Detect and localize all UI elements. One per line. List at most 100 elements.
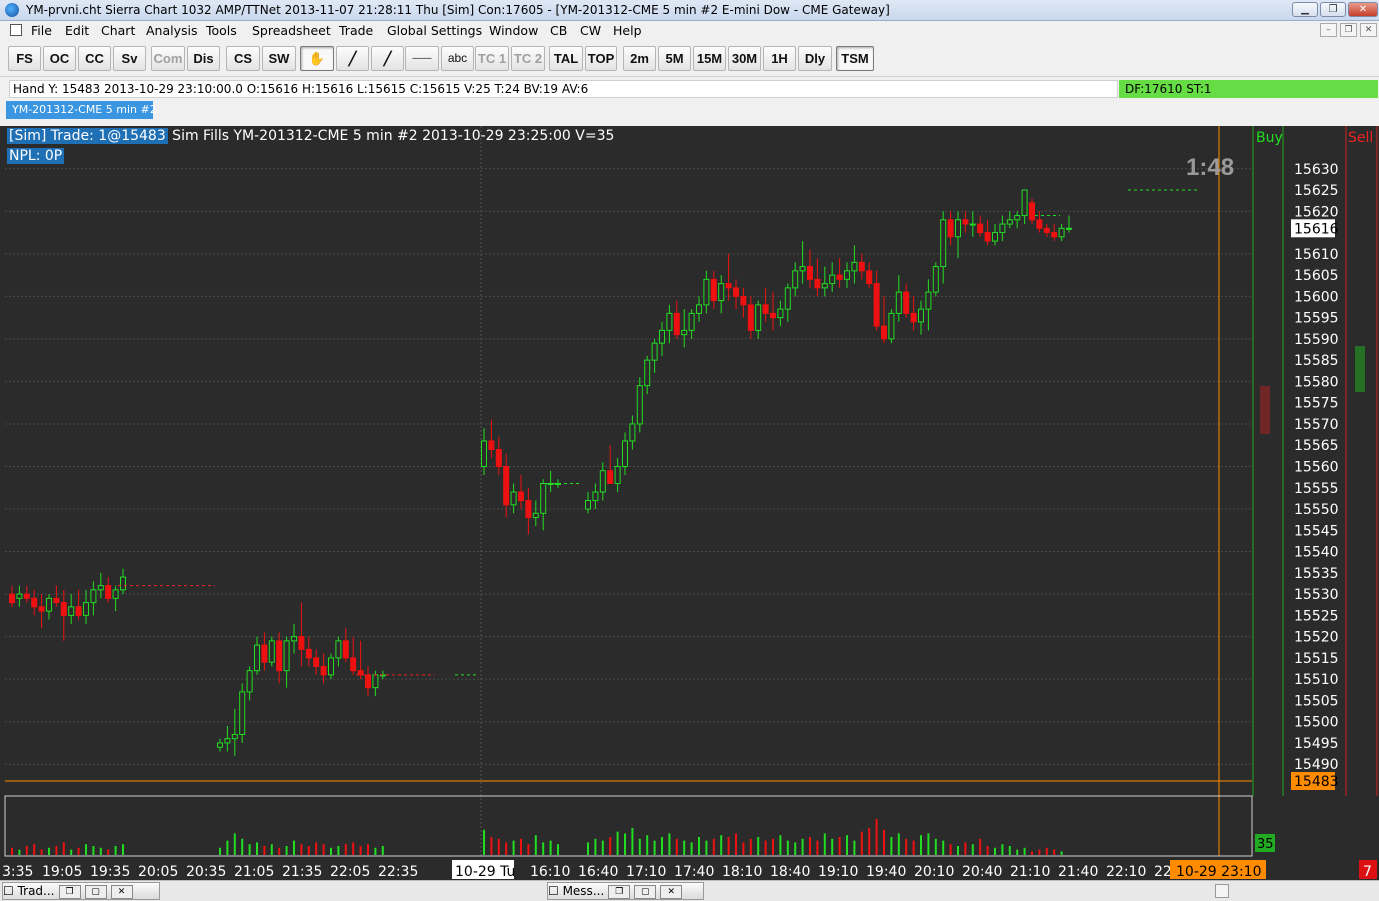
- chart-area[interactable]: Buy Sell 15630 15625 15620 15610 15605 15600 155…: [0, 126, 1379, 880]
- candle-up: [918, 308, 924, 323]
- menu-help[interactable]: Help: [613, 23, 642, 38]
- status-bar: ☐ Trad... ❐ ▢ ✕ ☐ Mess... ❐ ▢ ✕: [0, 880, 1379, 901]
- close-button[interactable]: ✕: [1348, 2, 1378, 17]
- tc1-button[interactable]: TC 1: [475, 46, 509, 71]
- menu-cw[interactable]: CW: [580, 23, 601, 38]
- candle-up: [659, 329, 665, 344]
- time-tick-label: 21:05: [234, 864, 274, 880]
- price-tick-label: 15580: [1294, 374, 1339, 390]
- mdi-restore-button[interactable]: ❐: [1340, 23, 1357, 37]
- candle-up: [799, 266, 806, 272]
- menu-window[interactable]: Window: [489, 23, 538, 38]
- dly-button[interactable]: Dly: [798, 46, 832, 71]
- 1h-button[interactable]: 1H: [763, 46, 796, 71]
- candle-up: [1006, 219, 1013, 225]
- horizontal-scrollbar-thumb[interactable]: [1215, 884, 1229, 898]
- sw-button[interactable]: SW: [262, 46, 296, 71]
- candle-down: [836, 274, 843, 280]
- candle-up: [16, 593, 23, 599]
- tsm-button[interactable]: TSM: [836, 46, 874, 71]
- time-tick-label: 17:40: [674, 864, 714, 880]
- menu-global-settings[interactable]: Global Settings: [387, 23, 482, 38]
- menu-trade[interactable]: Trade: [339, 23, 373, 38]
- candle-down: [38, 606, 45, 612]
- candle-up: [1014, 215, 1021, 221]
- menu-file[interactable]: File: [31, 23, 52, 38]
- tal-button[interactable]: TAL: [549, 46, 583, 71]
- price-tick-label: 15505: [1294, 693, 1339, 709]
- menu-cb[interactable]: CB: [550, 23, 567, 38]
- task-maximize-icon[interactable]: ▢: [84, 884, 107, 899]
- sell-label: Sell: [1348, 130, 1373, 146]
- candle-up: [681, 329, 688, 336]
- price-tick-label: 15530: [1294, 587, 1339, 603]
- minimize-button[interactable]: ▁: [1292, 2, 1318, 17]
- time-tick-label: 20:40: [962, 864, 1002, 880]
- sv-button[interactable]: Sv: [113, 46, 146, 71]
- candle-up: [1058, 227, 1065, 238]
- horizontal-line-button[interactable]: ───: [405, 46, 439, 71]
- time-tick-label: 19:10: [818, 864, 858, 880]
- price-tick-label: 15495: [1294, 736, 1339, 752]
- candle-down: [1036, 219, 1043, 229]
- candle-up: [821, 283, 828, 289]
- 30m-button[interactable]: 30M: [728, 46, 761, 71]
- price-tick-label: 15600: [1294, 289, 1339, 305]
- trade-window-task[interactable]: ☐ Trad... ❐ ▢ ✕: [2, 882, 160, 900]
- 15m-button[interactable]: 15M: [693, 46, 726, 71]
- time-tick-label: 3:35: [2, 864, 33, 880]
- chart-tab-ym[interactable]: YM-201312-CME 5 min #2: [6, 101, 157, 119]
- candle-up: [481, 440, 487, 467]
- com-button[interactable]: Com: [151, 46, 185, 71]
- task-close-icon[interactable]: ✕: [660, 884, 683, 899]
- mdi-close-button[interactable]: ✕: [1360, 23, 1377, 37]
- candle-up: [112, 589, 119, 599]
- fs-button[interactable]: FS: [8, 46, 41, 71]
- candle-up: [784, 287, 791, 310]
- candle-down: [814, 278, 821, 289]
- oc-button[interactable]: OC: [43, 46, 76, 71]
- message-window-task[interactable]: ☐ Mess... ❐ ▢ ✕: [547, 882, 704, 900]
- task-restore-icon[interactable]: ❐: [608, 884, 631, 899]
- hand-tool-button[interactable]: ✋: [300, 46, 334, 71]
- task-maximize-icon[interactable]: ▢: [634, 884, 657, 899]
- candle-up: [585, 500, 591, 510]
- dis-button[interactable]: Dis: [187, 46, 220, 71]
- time-tick-label: 22:10: [1106, 864, 1146, 880]
- 5m-button[interactable]: 5M: [658, 46, 691, 71]
- text-tool-button[interactable]: abc: [441, 46, 474, 71]
- candle-down: [910, 312, 917, 323]
- menu-spreadsheet[interactable]: Spreadsheet: [252, 23, 331, 38]
- cs-button[interactable]: CS: [226, 46, 260, 71]
- menu-tools[interactable]: Tools: [206, 23, 237, 38]
- menu-chart[interactable]: Chart: [101, 23, 135, 38]
- line-tool-icon: ╱: [348, 51, 357, 66]
- candle-down: [733, 287, 739, 297]
- candle-down: [673, 312, 680, 336]
- candle-down: [762, 304, 769, 314]
- line-tool-button[interactable]: ╱: [336, 46, 369, 71]
- candle-down: [710, 278, 717, 302]
- candle-up: [372, 674, 379, 689]
- ray-tool-button[interactable]: ╱: [371, 46, 404, 71]
- price-chart[interactable]: Buy Sell 15630 15625 15620 15610 15605 15600 155…: [0, 126, 1379, 880]
- restore-button[interactable]: ❐: [1320, 2, 1346, 17]
- candle-down: [31, 597, 38, 608]
- candle-down: [866, 270, 873, 285]
- candle-up: [629, 423, 636, 442]
- tc2-button[interactable]: TC 2: [511, 46, 545, 71]
- mdi-minimize-button[interactable]: –: [1320, 23, 1337, 37]
- cc-button[interactable]: CC: [78, 46, 111, 71]
- top-button[interactable]: TOP: [585, 46, 617, 71]
- 2m-button[interactable]: 2m: [623, 46, 656, 71]
- menu-edit[interactable]: Edit: [65, 23, 89, 38]
- candle-down: [1029, 202, 1035, 221]
- menu-analysis[interactable]: Analysis: [146, 23, 198, 38]
- document-icon[interactable]: [10, 24, 22, 36]
- task-close-icon[interactable]: ✕: [110, 884, 133, 899]
- candle-up: [217, 742, 223, 748]
- candle-up: [651, 342, 658, 361]
- task-restore-icon[interactable]: ❐: [58, 884, 81, 899]
- candle-up: [592, 491, 599, 502]
- volume-panel: [4, 795, 1253, 857]
